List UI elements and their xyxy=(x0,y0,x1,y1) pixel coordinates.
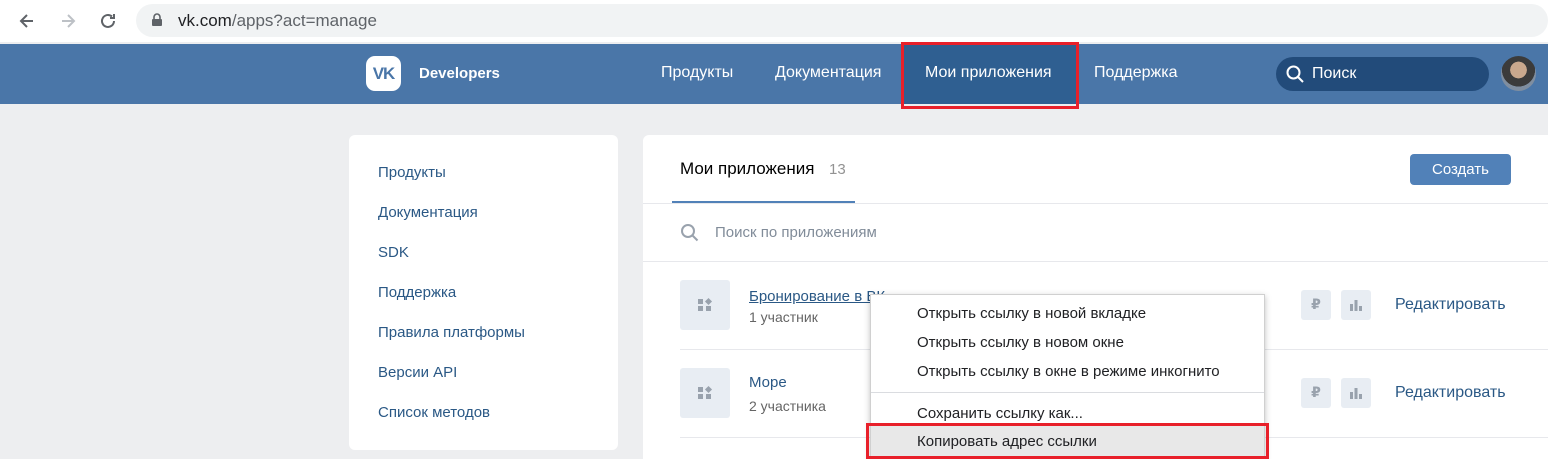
app-members: 2 участника xyxy=(749,398,826,414)
ruble-icon: ₽ xyxy=(1311,385,1321,401)
vk-logo-icon[interactable]: VK xyxy=(366,56,401,91)
ruble-icon: ₽ xyxy=(1311,297,1321,313)
avatar[interactable] xyxy=(1501,56,1536,91)
bar-chart-icon xyxy=(1350,388,1362,399)
sidebar-menu: Продукты Документация SDK Поддержка Прав… xyxy=(349,135,618,450)
apps-search-input[interactable]: Поиск по приложениям xyxy=(715,224,877,241)
header-search[interactable]: Поиск xyxy=(1276,57,1489,91)
sidebar-item-platform-rules[interactable]: Правила платформы xyxy=(378,324,525,341)
sidebar-item-methods-list[interactable]: Список методов xyxy=(378,404,490,421)
reload-icon[interactable] xyxy=(95,8,121,34)
nav-my-apps[interactable]: Мои приложения xyxy=(904,44,1078,104)
menu-item-open-new-window[interactable]: Открыть ссылку в новом окне xyxy=(917,334,1124,351)
tab-my-apps[interactable]: Мои приложения xyxy=(680,159,814,179)
address-bar[interactable]: vk.com/apps?act=manage xyxy=(136,4,1548,37)
divider xyxy=(643,203,1548,204)
menu-divider xyxy=(871,392,1264,393)
edit-app-link[interactable]: Редактировать xyxy=(1395,296,1506,314)
app-name-link[interactable]: Море xyxy=(749,374,787,391)
app-members: 1 участник xyxy=(749,309,818,325)
app-name-link[interactable]: Бронирование в ВК xyxy=(749,288,885,305)
create-app-button[interactable]: Создать xyxy=(1410,154,1511,185)
sidebar-item-documentation[interactable]: Документация xyxy=(378,204,478,221)
search-icon xyxy=(681,224,699,242)
stats-button[interactable] xyxy=(1341,378,1371,408)
sidebar-item-sdk[interactable]: SDK xyxy=(378,244,409,261)
app-placeholder-icon[interactable] xyxy=(680,280,730,330)
menu-item-open-incognito[interactable]: Открыть ссылку в окне в режиме инкогнито xyxy=(917,363,1220,380)
context-menu: Открыть ссылку в новой вкладке Открыть с… xyxy=(870,294,1265,459)
brand-title[interactable]: Developers xyxy=(419,65,500,82)
payments-button[interactable]: ₽ xyxy=(1301,290,1331,320)
nav-my-apps-label: Мои приложения xyxy=(925,64,1052,81)
stats-button[interactable] xyxy=(1341,290,1371,320)
app-placeholder-icon[interactable] xyxy=(680,368,730,418)
sidebar-item-products[interactable]: Продукты xyxy=(378,164,446,181)
menu-item-open-new-tab[interactable]: Открыть ссылку в новой вкладке xyxy=(917,305,1146,322)
payments-button[interactable]: ₽ xyxy=(1301,378,1331,408)
sidebar-item-support[interactable]: Поддержка xyxy=(378,284,456,301)
nav-support[interactable]: Поддержка xyxy=(1094,64,1177,82)
menu-item-copy-link-address[interactable]: Копировать адрес ссылки xyxy=(917,433,1097,450)
header-search-label: Поиск xyxy=(1312,65,1357,82)
apps-count: 13 xyxy=(829,161,846,178)
sidebar-item-api-versions[interactable]: Версии API xyxy=(378,364,457,381)
bar-chart-icon xyxy=(1350,300,1362,311)
edit-app-link[interactable]: Редактировать xyxy=(1395,384,1506,402)
lock-icon xyxy=(152,13,162,26)
back-arrow-icon[interactable] xyxy=(14,8,40,34)
forward-arrow-icon[interactable] xyxy=(55,8,81,34)
nav-documentation[interactable]: Документация xyxy=(775,64,881,82)
site-header: VK Developers Продукты Документация Мои … xyxy=(0,44,1548,104)
browser-toolbar: vk.com/apps?act=manage xyxy=(0,0,1548,42)
url-text: vk.com/apps?act=manage xyxy=(178,11,377,30)
menu-item-save-link-as[interactable]: Сохранить ссылку как... xyxy=(917,405,1083,422)
search-icon xyxy=(1286,65,1304,83)
nav-products[interactable]: Продукты xyxy=(661,64,733,82)
